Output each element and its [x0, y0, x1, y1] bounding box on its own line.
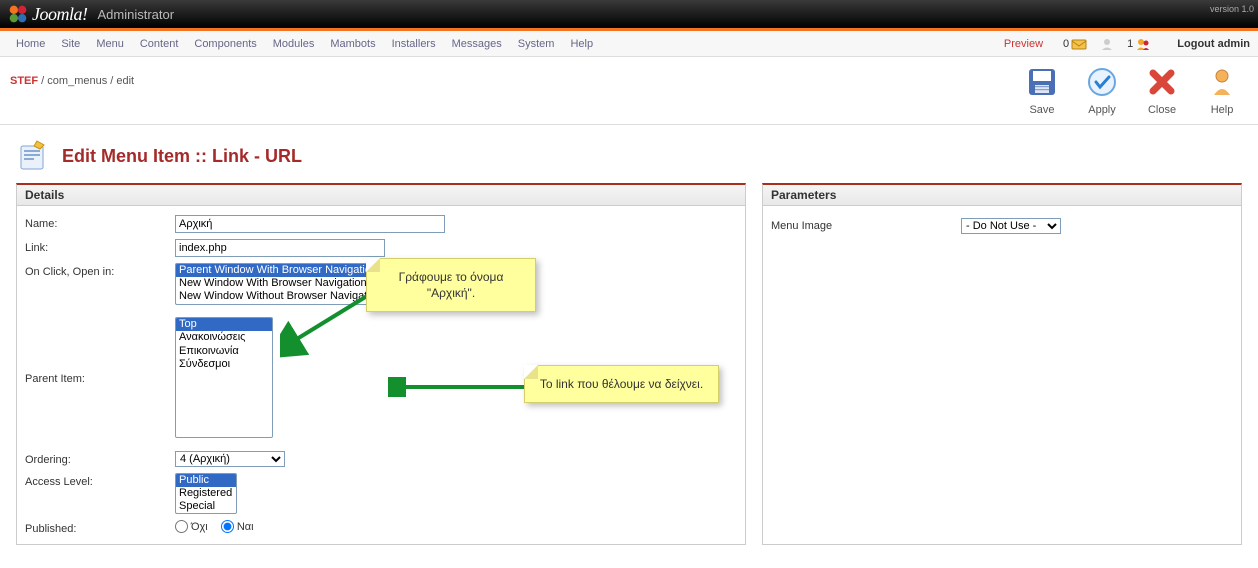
menu-right-group: Preview 0 1 Logout admin [996, 36, 1250, 52]
page-title-wrap: Edit Menu Item :: Link - URL [0, 125, 1258, 183]
annotation-note-link-text: Το link που θέλουμε να δείχνει. [540, 377, 703, 391]
header-bar: Joomla! Administrator version 1.0 [0, 0, 1258, 28]
save-icon [1025, 65, 1059, 99]
menu-modules[interactable]: Modules [265, 36, 323, 52]
user-count: 1 [1127, 38, 1133, 50]
close-button[interactable]: Close [1134, 63, 1190, 118]
annotation-note-name-text: Γράφουμε το όνομα "Αρχική". [399, 270, 504, 300]
row-link: Link: [25, 236, 737, 260]
save-button[interactable]: Save [1014, 63, 1070, 118]
apply-label: Apply [1076, 104, 1128, 116]
close-label: Close [1136, 104, 1188, 116]
menu-image-label: Menu Image [771, 220, 961, 232]
access-label: Access Level: [25, 473, 175, 488]
link-input[interactable] [175, 239, 385, 257]
top-menu: Home Site Menu Content Components Module… [0, 31, 1258, 57]
version-tag: version 1.0 [1210, 4, 1254, 14]
breadcrumb-rest: / com_menus / edit [38, 75, 134, 87]
menu-mambots[interactable]: Mambots [322, 36, 383, 52]
note-fold-icon [366, 258, 380, 272]
breadcrumb: STEF / com_menus / edit [0, 57, 1006, 105]
menu-installers[interactable]: Installers [384, 36, 444, 52]
annotation-note-link: Το link που θέλουμε να δείχνει. [524, 365, 719, 403]
published-yes-wrap[interactable]: Ναι [221, 521, 254, 533]
toolbar-row: STEF / com_menus / edit Save Apply Close… [0, 57, 1258, 125]
page-title-suffix: :: Link - URL [190, 146, 302, 166]
parameters-heading: Parameters [763, 185, 1241, 206]
details-heading: Details [17, 185, 745, 206]
apply-button[interactable]: Apply [1074, 63, 1130, 118]
access-opt-0[interactable]: Public [176, 474, 236, 487]
ordering-select[interactable]: 4 (Αρχική) [175, 451, 285, 467]
edit-menu-icon [16, 139, 50, 173]
annotation-note-name: Γράφουμε το όνομα "Αρχική". [366, 258, 536, 312]
help-icon [1205, 65, 1239, 99]
help-label: Help [1196, 104, 1248, 116]
published-no-wrap[interactable]: Όχι [175, 521, 208, 533]
apply-icon [1085, 65, 1119, 99]
name-label: Name: [25, 215, 175, 230]
row-access: Access Level: Public Registered Special [25, 470, 737, 518]
menu-content[interactable]: Content [132, 36, 187, 52]
mail-status[interactable]: 0 [1063, 37, 1087, 51]
row-ordering: Ordering: 4 (Αρχική) [25, 448, 737, 470]
parent-label: Parent Item: [25, 370, 175, 385]
page-area: Edit Menu Item :: Link - URL Details Nam… [0, 125, 1258, 565]
close-icon [1145, 65, 1179, 99]
page-title-main: Edit Menu Item [62, 146, 190, 166]
access-opt-2[interactable]: Special [176, 500, 236, 513]
parent-select[interactable]: Top Ανακοινώσεις Επικοινωνία Σύνδεσμοι [175, 317, 273, 438]
users-icon [1135, 37, 1151, 51]
row-name: Name: [25, 212, 737, 236]
brand-text: Joomla! [32, 4, 87, 25]
mail-icon [1071, 37, 1087, 51]
menu-home[interactable]: Home [8, 36, 53, 52]
menu-menu[interactable]: Menu [88, 36, 132, 52]
menu-site[interactable]: Site [53, 36, 88, 52]
toolbar-buttons: Save Apply Close Help [1006, 57, 1258, 124]
parameters-body: Menu Image - Do Not Use - [763, 206, 1241, 246]
user-shadow-icon [1099, 37, 1115, 51]
parameters-panel: Parameters Menu Image - Do Not Use - [762, 183, 1242, 545]
menu-help[interactable]: Help [562, 36, 601, 52]
published-no-label: Όχι [191, 521, 208, 533]
page-title: Edit Menu Item :: Link - URL [62, 146, 302, 167]
preview-link[interactable]: Preview [996, 36, 1051, 52]
ordering-label: Ordering: [25, 451, 175, 466]
parent-opt-3[interactable]: Σύνδεσμοι [176, 358, 272, 371]
openin-label: On Click, Open in: [25, 263, 175, 278]
mail-count: 0 [1063, 38, 1069, 50]
access-opt-1[interactable]: Registered [176, 487, 236, 500]
openin-opt-1[interactable]: New Window With Browser Navigation [176, 277, 394, 290]
name-input[interactable] [175, 215, 445, 233]
published-yes-label: Ναι [237, 521, 254, 533]
link-label: Link: [25, 239, 175, 254]
parent-opt-1[interactable]: Ανακοινώσεις [176, 331, 272, 344]
menu-system[interactable]: System [510, 36, 563, 52]
logout-link[interactable]: Logout admin [1163, 38, 1250, 50]
openin-select[interactable]: Parent Window With Browser Navigation Ne… [175, 263, 395, 305]
brand-subtitle: Administrator [97, 7, 174, 22]
openin-opt-2[interactable]: New Window Without Browser Navigation [176, 290, 394, 303]
published-yes-radio[interactable] [221, 520, 234, 533]
menu-messages[interactable]: Messages [444, 36, 510, 52]
parent-opt-0[interactable]: Top [176, 318, 272, 331]
menu-components[interactable]: Components [186, 36, 264, 52]
joomla-logo-icon [8, 4, 28, 24]
user-status-1[interactable] [1099, 37, 1115, 51]
access-select[interactable]: Public Registered Special [175, 473, 237, 515]
save-label: Save [1016, 104, 1068, 116]
user-status-2[interactable]: 1 [1127, 37, 1151, 51]
row-published: Published: Όχι Ναι [25, 517, 737, 538]
parent-opt-2[interactable]: Επικοινωνία [176, 345, 272, 358]
openin-opt-0[interactable]: Parent Window With Browser Navigation [176, 264, 394, 277]
published-no-radio[interactable] [175, 520, 188, 533]
breadcrumb-first[interactable]: STEF [10, 75, 38, 87]
note-fold-icon [524, 365, 538, 379]
menu-image-select[interactable]: - Do Not Use - [961, 218, 1061, 234]
published-label: Published: [25, 520, 175, 535]
help-button[interactable]: Help [1194, 63, 1250, 118]
row-menu-image: Menu Image - Do Not Use - [771, 212, 1233, 240]
logo: Joomla! Administrator [8, 4, 174, 25]
